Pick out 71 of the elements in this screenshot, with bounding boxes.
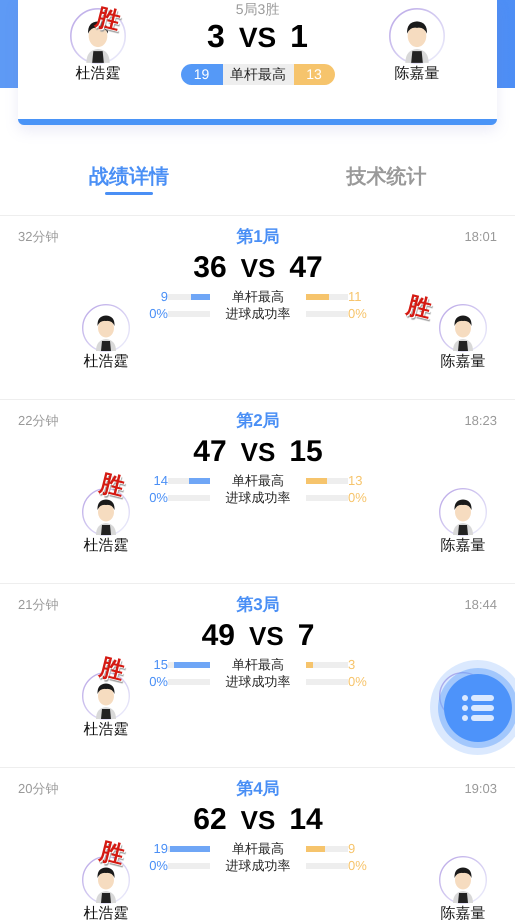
match-score: 3 — [207, 18, 225, 54]
vs-label: VS — [240, 252, 276, 285]
game-title: 第4局 — [236, 778, 280, 800]
stat-label: 进球成功率 — [224, 488, 292, 507]
game-title: 第3局 — [236, 594, 280, 616]
score: 7 — [298, 618, 314, 654]
score: 15 — [289, 434, 323, 470]
stat-label: 单杆最高 — [231, 472, 285, 490]
match-score: 1 — [290, 18, 308, 54]
stat-value: 0% — [148, 488, 168, 507]
stat-value: 0% — [148, 304, 168, 323]
game-time: 18:44 — [464, 596, 497, 614]
player-name: 杜浩霆 — [84, 536, 128, 556]
score: 62 — [193, 802, 227, 838]
player-name: 陈嘉量 — [440, 536, 486, 556]
game-duration: 32分钟 — [18, 228, 58, 246]
score: 47 — [193, 434, 227, 470]
player-name: 杜浩霆 — [84, 720, 128, 740]
stat-value: 0% — [348, 488, 368, 507]
stat-value: 15 — [152, 656, 168, 674]
win-label: 胜 — [404, 293, 434, 323]
stat-value: 9 — [160, 288, 168, 306]
stat-value: 13 — [348, 472, 364, 490]
stat-value: 11 — [348, 288, 362, 306]
win-label: 胜 — [97, 839, 127, 869]
vs-label: VS — [249, 620, 284, 653]
game-title: 第1局 — [236, 226, 280, 248]
player-name: 陈嘉量 — [440, 904, 486, 920]
stat-value: 0% — [348, 672, 368, 691]
stat-label: 单杆最高 — [231, 656, 285, 674]
tab[interactable]: 战绩详情 — [0, 164, 258, 195]
stat-value: 0% — [348, 856, 368, 875]
score: 49 — [202, 618, 235, 654]
game-duration: 21分钟 — [18, 596, 58, 614]
game-duration: 22分钟 — [18, 412, 58, 430]
win-label: 胜 — [97, 471, 127, 501]
player-name: 陈嘉量 — [440, 352, 486, 372]
stat-label: 进球成功率 — [224, 672, 292, 691]
game-title: 第2局 — [236, 410, 280, 432]
game-time: 18:01 — [464, 228, 497, 246]
stat-label: 单杆最高 — [231, 288, 285, 306]
win-label: 胜 — [97, 655, 127, 685]
stat-value: 0% — [348, 304, 368, 323]
stat-label: 单杆最高 — [231, 840, 285, 858]
game-duration: 20分钟 — [18, 780, 58, 798]
game-time: 19:03 — [464, 780, 497, 798]
player-name: 杜浩霆 — [84, 904, 128, 920]
vs-label: VS — [240, 804, 276, 837]
break-label: 单杆最高 — [222, 64, 294, 85]
vs-label: VS — [238, 21, 276, 55]
score: 36 — [193, 250, 227, 286]
player-name: 陈嘉量 — [394, 64, 440, 84]
tab[interactable]: 技术统计 — [258, 164, 515, 195]
stat-value: 19 — [152, 840, 168, 858]
stat-value: 14 — [152, 472, 168, 490]
stat-value: 3 — [348, 656, 356, 674]
player-name: 杜浩霆 — [76, 64, 120, 84]
stat-label: 进球成功率 — [224, 856, 292, 875]
break-value: 19 — [180, 64, 222, 85]
stat-value: 9 — [348, 840, 356, 858]
break-value: 13 — [294, 64, 334, 85]
stat-value: 0% — [148, 856, 168, 875]
score: 14 — [289, 802, 323, 838]
vs-label: VS — [240, 436, 276, 469]
stat-value: 0% — [148, 672, 168, 691]
player-name: 杜浩霆 — [84, 352, 128, 372]
match-format: 5局3胜 — [236, 0, 280, 18]
score: 47 — [289, 250, 323, 286]
win-label: 胜 — [93, 5, 123, 35]
game-time: 18:23 — [464, 412, 497, 430]
stat-label: 进球成功率 — [224, 304, 292, 323]
